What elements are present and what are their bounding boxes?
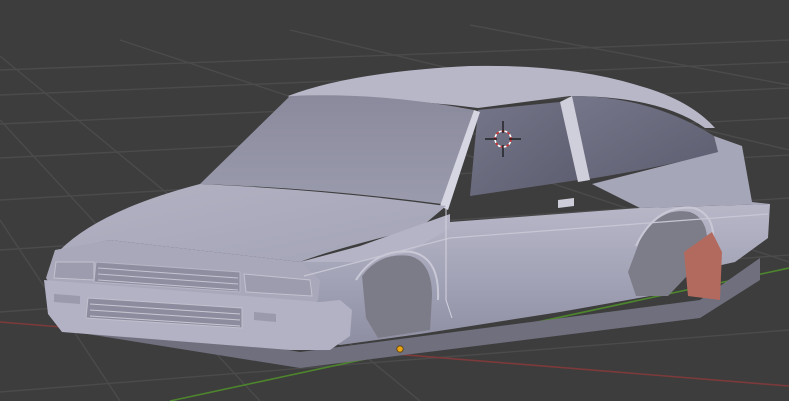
door-window bbox=[470, 102, 578, 196]
front-wheel-well bbox=[362, 255, 432, 338]
car-body-shell[interactable] bbox=[44, 65, 770, 368]
3d-viewport[interactable] bbox=[0, 0, 789, 401]
door-handle bbox=[558, 198, 574, 208]
object-origin-icon bbox=[396, 345, 404, 353]
viewport-canvas[interactable] bbox=[0, 0, 789, 401]
headlight-left bbox=[53, 261, 95, 281]
